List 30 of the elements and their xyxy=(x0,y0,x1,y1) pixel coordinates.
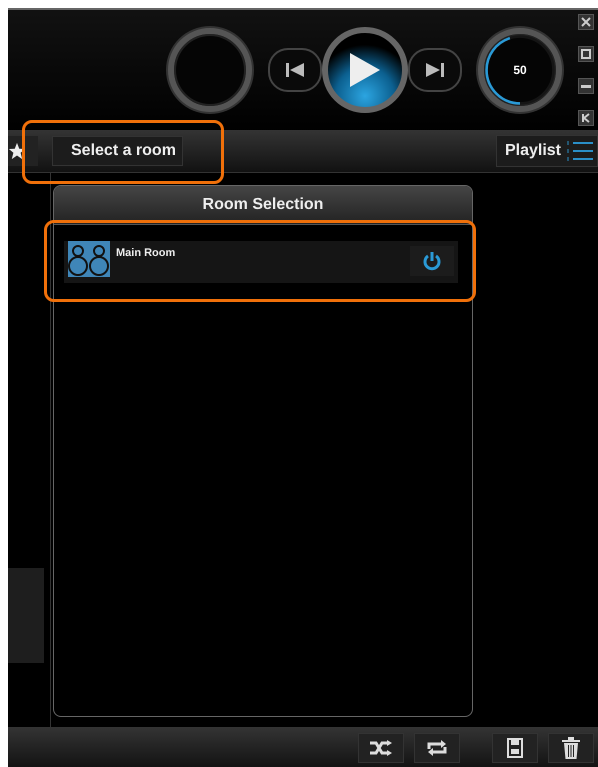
select-room-button[interactable]: Select a room xyxy=(52,136,183,166)
repeat-icon xyxy=(426,739,448,757)
playlist-button[interactable]: Playlist xyxy=(496,135,598,167)
favorites-button[interactable] xyxy=(8,136,38,166)
shuffle-button[interactable] xyxy=(358,733,404,763)
volume-track xyxy=(485,35,555,105)
compact-button[interactable] xyxy=(578,110,594,126)
next-icon xyxy=(426,63,444,77)
room-item[interactable]: Main Room xyxy=(64,241,458,283)
close-button[interactable] xyxy=(578,14,594,30)
room-name: Main Room xyxy=(116,247,176,259)
volume-reading: 50 xyxy=(513,63,527,77)
previous-icon xyxy=(286,63,304,77)
shuffle-icon xyxy=(370,740,392,756)
power-button[interactable] xyxy=(410,246,454,276)
delete-button[interactable] xyxy=(548,733,594,763)
minimize-icon xyxy=(581,84,591,88)
repeat-button[interactable] xyxy=(414,733,460,763)
power-icon xyxy=(422,251,442,271)
panel-title: Room Selection xyxy=(54,186,472,225)
compact-icon xyxy=(581,113,591,123)
close-icon xyxy=(581,17,591,27)
save-button[interactable] xyxy=(492,733,538,763)
trash-icon xyxy=(562,737,580,759)
numbered-list-icon xyxy=(567,140,593,162)
maximize-button[interactable] xyxy=(578,46,594,62)
maximize-icon xyxy=(581,49,591,59)
minimize-button[interactable] xyxy=(578,78,594,94)
play-icon xyxy=(348,51,382,89)
speakers-icon xyxy=(68,241,110,277)
